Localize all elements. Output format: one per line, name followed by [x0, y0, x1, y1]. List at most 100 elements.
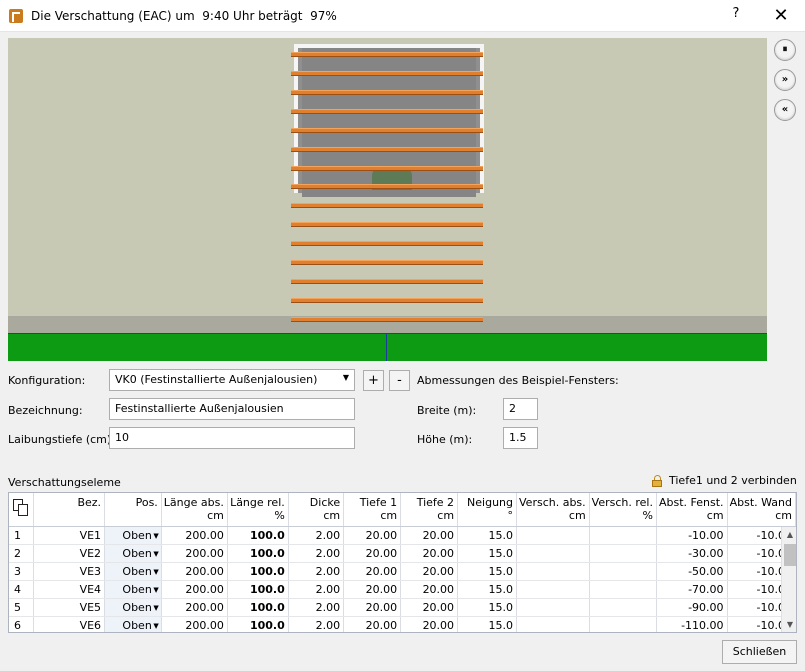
cell-neigung[interactable]: 15.0	[457, 526, 517, 545]
cell-versch-abs[interactable]	[516, 580, 590, 599]
row-number[interactable]: 5	[9, 598, 35, 617]
row-number[interactable]: 1	[9, 526, 35, 545]
cell-bez[interactable]: VE4	[33, 580, 106, 599]
table-row[interactable]: 2 VE2 Oben ▼ 200.00 100.0 2.00 20.00 20.00 15.0 -3…	[9, 544, 796, 563]
cell-tiefe2[interactable]: 20.00	[400, 562, 459, 581]
cell-pos[interactable]: Oben ▼	[104, 562, 162, 581]
cell-laenge-rel[interactable]: 100.0	[227, 526, 289, 545]
table-row[interactable]: 3 VE3 Oben ▼ 200.00 100.0 2.00 20.00 20.00 15.0 -5…	[9, 562, 796, 581]
cell-versch-rel[interactable]	[589, 616, 657, 632]
cell-dicke[interactable]: 2.00	[288, 616, 345, 632]
table-row[interactable]: 6 VE6 Oben ▼ 200.00 100.0 2.00 20.00 20.00 15.0 -1…	[9, 616, 796, 632]
cell-dicke[interactable]: 2.00	[288, 598, 345, 617]
chevron-down-icon[interactable]: ▼	[153, 604, 158, 612]
chevron-down-icon[interactable]: ▼	[153, 568, 158, 576]
cell-laenge-rel[interactable]: 100.0	[227, 598, 289, 617]
konfiguration-select[interactable]: VK0 (Festinstallierte Außenjalousien) ▼	[109, 369, 355, 391]
cell-versch-rel[interactable]	[589, 598, 657, 617]
cell-pos[interactable]: Oben ▼	[104, 544, 162, 563]
table-scrollbar[interactable]: ▲ ▼	[781, 527, 796, 632]
cell-dicke[interactable]: 2.00	[288, 580, 345, 599]
cell-laenge-abs[interactable]: 200.00	[161, 562, 228, 581]
cell-neigung[interactable]: 15.0	[457, 616, 517, 632]
remove-config-button[interactable]: -	[389, 370, 410, 391]
cell-dicke[interactable]: 2.00	[288, 562, 345, 581]
row-number[interactable]: 2	[9, 544, 35, 563]
cell-laenge-abs[interactable]: 200.00	[161, 598, 228, 617]
column-header[interactable]: Tiefe 1 cm	[343, 493, 402, 527]
cell-abst-fenst[interactable]: -50.00	[656, 562, 728, 581]
close-button[interactable]: Schließen	[722, 640, 797, 664]
cell-laenge-rel[interactable]: 100.0	[227, 580, 289, 599]
chevron-down-icon[interactable]: ▼	[153, 586, 158, 594]
column-header[interactable]: Länge abs. cm	[161, 493, 228, 527]
cell-versch-rel[interactable]	[589, 580, 657, 599]
row-number[interactable]: 3	[9, 562, 35, 581]
cell-laenge-abs[interactable]: 200.00	[161, 526, 228, 545]
hoehe-input[interactable]: 1.5	[503, 427, 538, 449]
cell-bez[interactable]: VE3	[33, 562, 106, 581]
cell-versch-abs[interactable]	[516, 526, 590, 545]
cell-bez[interactable]: VE6	[33, 616, 106, 632]
cell-dicke[interactable]: 2.00	[288, 526, 345, 545]
cell-versch-rel[interactable]	[589, 544, 657, 563]
cell-versch-abs[interactable]	[516, 616, 590, 632]
cell-laenge-abs[interactable]: 200.00	[161, 616, 228, 632]
cell-tiefe1[interactable]: 20.00	[343, 580, 402, 599]
laibungstiefe-input[interactable]: 10	[109, 427, 355, 449]
help-button[interactable]: ?	[728, 6, 744, 26]
row-number[interactable]: 4	[9, 580, 35, 599]
cell-versch-abs[interactable]	[516, 598, 590, 617]
cell-pos[interactable]: Oben ▼	[104, 580, 162, 599]
column-header[interactable]: Versch. rel.%	[589, 493, 657, 527]
cell-dicke[interactable]: 2.00	[288, 544, 345, 563]
cell-laenge-abs[interactable]: 200.00	[161, 544, 228, 563]
cell-tiefe2[interactable]: 20.00	[400, 598, 459, 617]
table-row[interactable]: 1 VE1 Oben ▼ 200.00 100.0 2.00 20.00 20.00 15.0 -1…	[9, 526, 796, 545]
column-header[interactable]: Tiefe 2 cm	[400, 493, 459, 527]
scroll-down-icon[interactable]: ▼	[782, 617, 796, 632]
pause-button[interactable]: ⏸	[774, 39, 796, 61]
bezeichnung-input[interactable]: Festinstallierte Außenjalousien	[109, 398, 355, 420]
column-header[interactable]: Dicke cm	[288, 493, 345, 527]
cell-tiefe2[interactable]: 20.00	[400, 544, 459, 563]
cell-tiefe1[interactable]: 20.00	[343, 526, 402, 545]
back-button[interactable]: «	[774, 99, 796, 121]
column-header[interactable]: Bez.	[33, 493, 106, 527]
cell-abst-fenst[interactable]: -90.00	[656, 598, 728, 617]
cell-neigung[interactable]: 15.0	[457, 598, 517, 617]
cell-versch-abs[interactable]	[516, 562, 590, 581]
chevron-down-icon[interactable]: ▼	[153, 622, 158, 630]
cell-tiefe1[interactable]: 20.00	[343, 616, 402, 632]
chevron-down-icon[interactable]: ▼	[153, 532, 158, 540]
cell-neigung[interactable]: 15.0	[457, 544, 517, 563]
cell-pos[interactable]: Oben ▼	[104, 598, 162, 617]
cell-pos[interactable]: Oben ▼	[104, 526, 162, 545]
cell-tiefe2[interactable]: 20.00	[400, 526, 459, 545]
cell-versch-rel[interactable]	[589, 562, 657, 581]
cell-bez[interactable]: VE1	[33, 526, 106, 545]
cell-abst-fenst[interactable]: -30.00	[656, 544, 728, 563]
cell-tiefe2[interactable]: 20.00	[400, 616, 459, 632]
cell-bez[interactable]: VE5	[33, 598, 106, 617]
column-header[interactable]: Pos.	[104, 493, 162, 527]
cell-abst-fenst[interactable]: -110.00	[656, 616, 728, 632]
link-depth-toggle[interactable]: Tiefe1 und 2 verbinden	[669, 474, 797, 487]
table-row[interactable]: 5 VE5 Oben ▼ 200.00 100.0 2.00 20.00 20.00 15.0 -9…	[9, 598, 796, 617]
cell-tiefe1[interactable]: 20.00	[343, 544, 402, 563]
cell-laenge-rel[interactable]: 100.0	[227, 616, 289, 632]
scroll-up-icon[interactable]: ▲	[782, 527, 796, 543]
cell-neigung[interactable]: 15.0	[457, 580, 517, 599]
cell-bez[interactable]: VE2	[33, 544, 106, 563]
scroll-thumb[interactable]	[784, 544, 796, 566]
cell-abst-fenst[interactable]: -10.00	[656, 526, 728, 545]
add-config-button[interactable]: +	[363, 370, 384, 391]
column-header[interactable]: Versch. abs. cm	[516, 493, 590, 527]
row-number[interactable]: 6	[9, 616, 35, 632]
cell-tiefe1[interactable]: 20.00	[343, 562, 402, 581]
table-row[interactable]: 4 VE4 Oben ▼ 200.00 100.0 2.00 20.00 20.00 15.0 -7…	[9, 580, 796, 599]
column-header[interactable]: Länge rel.%	[227, 493, 289, 527]
lock-icon[interactable]	[652, 475, 662, 487]
column-header[interactable]: Abst. Wand cm	[727, 493, 796, 527]
cell-pos[interactable]: Oben ▼	[104, 616, 162, 632]
